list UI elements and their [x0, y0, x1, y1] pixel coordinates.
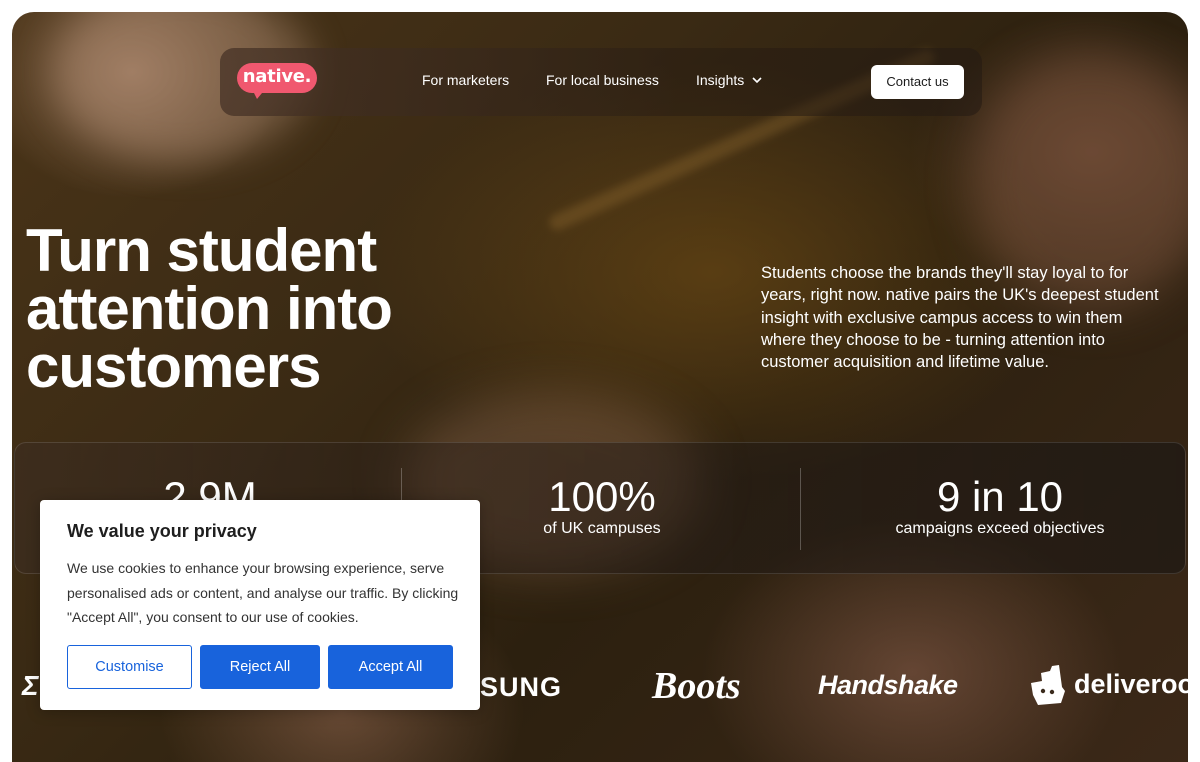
deliveroo-kangaroo-icon [1028, 665, 1066, 705]
logo-text: native. [242, 66, 312, 87]
top-navigation: native. For marketers For local business… [220, 48, 982, 116]
cookie-title: We value your privacy [67, 521, 257, 541]
nav-link-for-marketers[interactable]: For marketers [422, 72, 509, 88]
logo-bubble-tail [251, 87, 267, 99]
cookie-text: We use cookies to enhance your browsing … [67, 560, 459, 625]
native-logo[interactable]: native. [237, 63, 317, 99]
cookie-consent-banner: We value your privacy We use cookies to … [40, 500, 480, 710]
stat-divider [800, 468, 801, 550]
brand-name: deliveroo [1074, 669, 1188, 699]
brand-logo-boots: Boots [652, 665, 741, 707]
hero-description: Students choose the brands they'll stay … [761, 264, 1159, 372]
customise-button[interactable]: Customise [67, 645, 192, 689]
brand-logo-samsung: SUNG [480, 672, 563, 702]
brand-logo-partial: Σ [22, 670, 39, 701]
stat-value: 9 in 10 [936, 473, 1064, 520]
nav-link-label: For marketers [422, 72, 510, 88]
reject-all-button[interactable]: Reject All [200, 645, 320, 689]
stat-label: campaigns exceed objectives [895, 520, 1105, 537]
hero-title: Turn student attention into customers [26, 217, 393, 400]
stat-campaigns: 9 in 10 campaigns exceed objectives [805, 443, 1188, 573]
chevron-down-icon [752, 76, 762, 87]
nav-link-label: For local business [546, 72, 659, 88]
accept-all-button[interactable]: Accept All [328, 645, 453, 689]
contact-us-button[interactable]: Contact us [871, 65, 964, 99]
nav-link-for-local-business[interactable]: For local business [546, 72, 659, 88]
nav-link-insights[interactable]: Insights [696, 72, 762, 88]
nav-link-label: Insights [696, 72, 745, 88]
brand-logo-handshake: Handshake [818, 670, 958, 700]
